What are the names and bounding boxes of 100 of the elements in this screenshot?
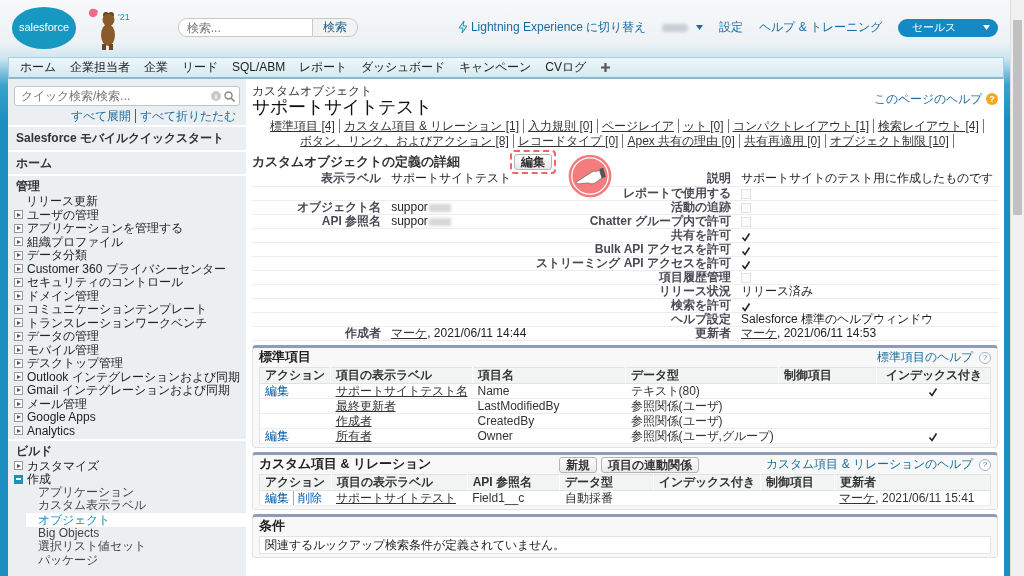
sidebar-item[interactable]: デスクトップ管理 xyxy=(27,356,123,371)
help-icon[interactable]: ? xyxy=(979,351,991,364)
page-help-link[interactable]: このページのヘルプ xyxy=(874,92,982,107)
expand-icon[interactable] xyxy=(14,223,23,233)
sidebar-item[interactable]: パッケージ xyxy=(8,553,246,568)
expand-icon[interactable] xyxy=(14,291,23,301)
related-list-link[interactable]: オブジェクト制限 [10] xyxy=(825,134,954,149)
nav-tab[interactable]: SQL/ABM xyxy=(225,60,293,75)
nav-tab[interactable]: 企業 xyxy=(137,60,175,75)
lightning-switch-link[interactable]: Lightning Experience に切り替え xyxy=(470,20,647,35)
related-list-link[interactable]: 標準項目 [4] xyxy=(266,119,340,134)
expand-icon[interactable] xyxy=(14,345,23,355)
sidebar-item[interactable]: データの管理 xyxy=(27,329,99,344)
related-list-link[interactable]: ページレイア xyxy=(597,119,679,134)
expand-icon[interactable] xyxy=(14,358,23,368)
search-field[interactable]: 検索... xyxy=(177,18,313,37)
expand-icon[interactable] xyxy=(14,399,23,409)
sidebar-item[interactable]: 作成 xyxy=(27,472,51,487)
related-list-link[interactable]: Apex 共有の理由 [0] xyxy=(623,134,740,149)
help-link[interactable]: 標準項目のヘルプ xyxy=(877,350,973,365)
sidebar-item[interactable]: モバイル管理 xyxy=(27,342,99,357)
sidebar-item[interactable]: セキュリティのコントロール xyxy=(27,275,183,290)
help-icon[interactable]: ? xyxy=(979,458,991,471)
expand-icon[interactable] xyxy=(14,412,23,422)
sidebar-item[interactable]: アプリケーションを管理する xyxy=(27,221,183,236)
expand-icon[interactable] xyxy=(14,461,23,471)
field-link[interactable]: 最終更新者 xyxy=(335,398,396,413)
search-icon[interactable] xyxy=(224,90,235,102)
sidebar-item[interactable]: Customer 360 プライバシーセンター xyxy=(27,261,226,276)
app-menu-button[interactable]: セールス xyxy=(898,18,998,37)
expand-icon[interactable] xyxy=(14,277,23,287)
sidebar-item[interactable]: データ分類 xyxy=(27,248,87,263)
help-link[interactable]: カスタム項目 & リレーションのヘルプ xyxy=(766,457,973,472)
user-link[interactable]: マーケ xyxy=(391,325,428,340)
scrollbar-thumb[interactable] xyxy=(1013,20,1022,215)
related-list-link[interactable]: コンパクトレイアウト [1] xyxy=(728,119,875,134)
header-link[interactable]: ヘルプ & トレーニング xyxy=(759,20,882,35)
sidebar-item[interactable]: コミュニケーションテンプレート xyxy=(27,302,207,317)
sidebar-item[interactable]: 組織プロファイル xyxy=(27,234,123,249)
nav-tab[interactable]: ホーム xyxy=(13,60,63,75)
field-link[interactable]: 所有者 xyxy=(335,428,372,443)
expand-icon[interactable] xyxy=(14,237,23,247)
action-link[interactable]: 編集 xyxy=(265,428,293,443)
expand-icon[interactable] xyxy=(14,372,23,382)
action-link[interactable]: 編集 xyxy=(265,490,293,505)
nav-tab[interactable]: CVログ xyxy=(538,60,594,75)
user-link[interactable]: マーケ xyxy=(839,490,876,505)
sidebar-item[interactable]: Google Apps xyxy=(27,410,96,425)
field-link[interactable]: サポートサイトテスト xyxy=(336,490,456,505)
toolbar-button[interactable]: 新規 xyxy=(559,456,597,473)
nav-tab[interactable]: リード xyxy=(175,60,225,75)
sidebar-item[interactable]: アプリケーション xyxy=(8,485,246,500)
expand-icon[interactable] xyxy=(14,304,23,314)
sidebar-item[interactable]: カスタマイズ xyxy=(27,458,99,473)
action-link[interactable]: 編集 xyxy=(265,383,293,398)
sidebar-item[interactable]: メール管理 xyxy=(27,396,87,411)
expand-icon[interactable] xyxy=(14,250,23,260)
expand-icon[interactable] xyxy=(14,318,23,328)
expand-icon[interactable] xyxy=(14,385,23,395)
nav-tab[interactable]: レポート xyxy=(292,60,355,75)
sidebar-item[interactable]: オブジェクト xyxy=(26,512,246,527)
sidebar-link[interactable]: Salesforce モバイルクイックスタート xyxy=(16,131,225,146)
sidebar-item[interactable]: Outlook インテグレーションおよび同期 xyxy=(27,369,240,384)
action-link[interactable]: 削除 xyxy=(293,490,326,505)
quick-search-box[interactable]: クイック検索/検索... xyxy=(14,86,240,106)
related-list-link[interactable]: カスタム項目 & リレーション [1] xyxy=(339,119,525,134)
nav-tab[interactable]: 企業担当者 xyxy=(63,60,137,75)
sidebar-item[interactable]: カスタム表示ラベル xyxy=(8,499,246,513)
collapse-all-link[interactable]: すべて折りたたむ xyxy=(135,109,240,124)
expand-all-link[interactable]: すべて展開 xyxy=(67,109,135,124)
related-list-link[interactable]: 入力規則 [0] xyxy=(524,119,598,134)
edit-button[interactable]: 編集 xyxy=(514,154,552,171)
sidebar-item[interactable]: ドメイン管理 xyxy=(27,288,99,303)
expand-icon[interactable] xyxy=(14,264,23,274)
nav-tab[interactable]: ダッシュボード xyxy=(354,60,453,75)
sidebar-item[interactable]: ユーザの管理 xyxy=(27,207,99,222)
user-link[interactable]: マーケ xyxy=(741,325,777,340)
header-link[interactable]: 設定 xyxy=(719,20,744,35)
sidebar-item[interactable]: Analytics xyxy=(27,423,76,438)
search-button[interactable]: 検索 xyxy=(312,18,358,37)
sidebar-item[interactable]: リリース更新 xyxy=(26,194,98,209)
related-list-link[interactable]: 検索レイアウト [4] xyxy=(874,119,984,134)
sidebar-item[interactable]: トランスレーションワークベンチ xyxy=(27,315,207,330)
sidebar-item[interactable]: Gmail インテグレーションおよび同期 xyxy=(27,383,230,398)
sidebar-item[interactable]: 選択リスト値セット xyxy=(8,540,246,554)
nav-tab[interactable]: キャンペーン xyxy=(452,60,539,75)
field-link[interactable]: 作成者 xyxy=(335,413,372,428)
toolbar-button[interactable]: 項目の連動関係 xyxy=(601,456,699,473)
sidebar-link[interactable]: ホーム xyxy=(16,155,52,170)
field-link[interactable]: サポートサイトテスト名 xyxy=(335,383,468,398)
expand-icon[interactable] xyxy=(14,331,23,341)
related-list-link[interactable]: ット [0] xyxy=(678,119,729,134)
expand-icon[interactable] xyxy=(14,426,23,436)
plus-icon[interactable] xyxy=(601,63,611,72)
related-list-link[interactable]: 共有再適用 [0] xyxy=(739,134,826,149)
sidebar-item[interactable]: Big Objects xyxy=(8,526,246,541)
related-list-link[interactable]: レコードタイプ [0] xyxy=(513,134,624,149)
expand-icon[interactable] xyxy=(14,210,23,220)
scrollbar[interactable] xyxy=(1010,0,1024,576)
collapse-icon[interactable] xyxy=(14,474,23,484)
